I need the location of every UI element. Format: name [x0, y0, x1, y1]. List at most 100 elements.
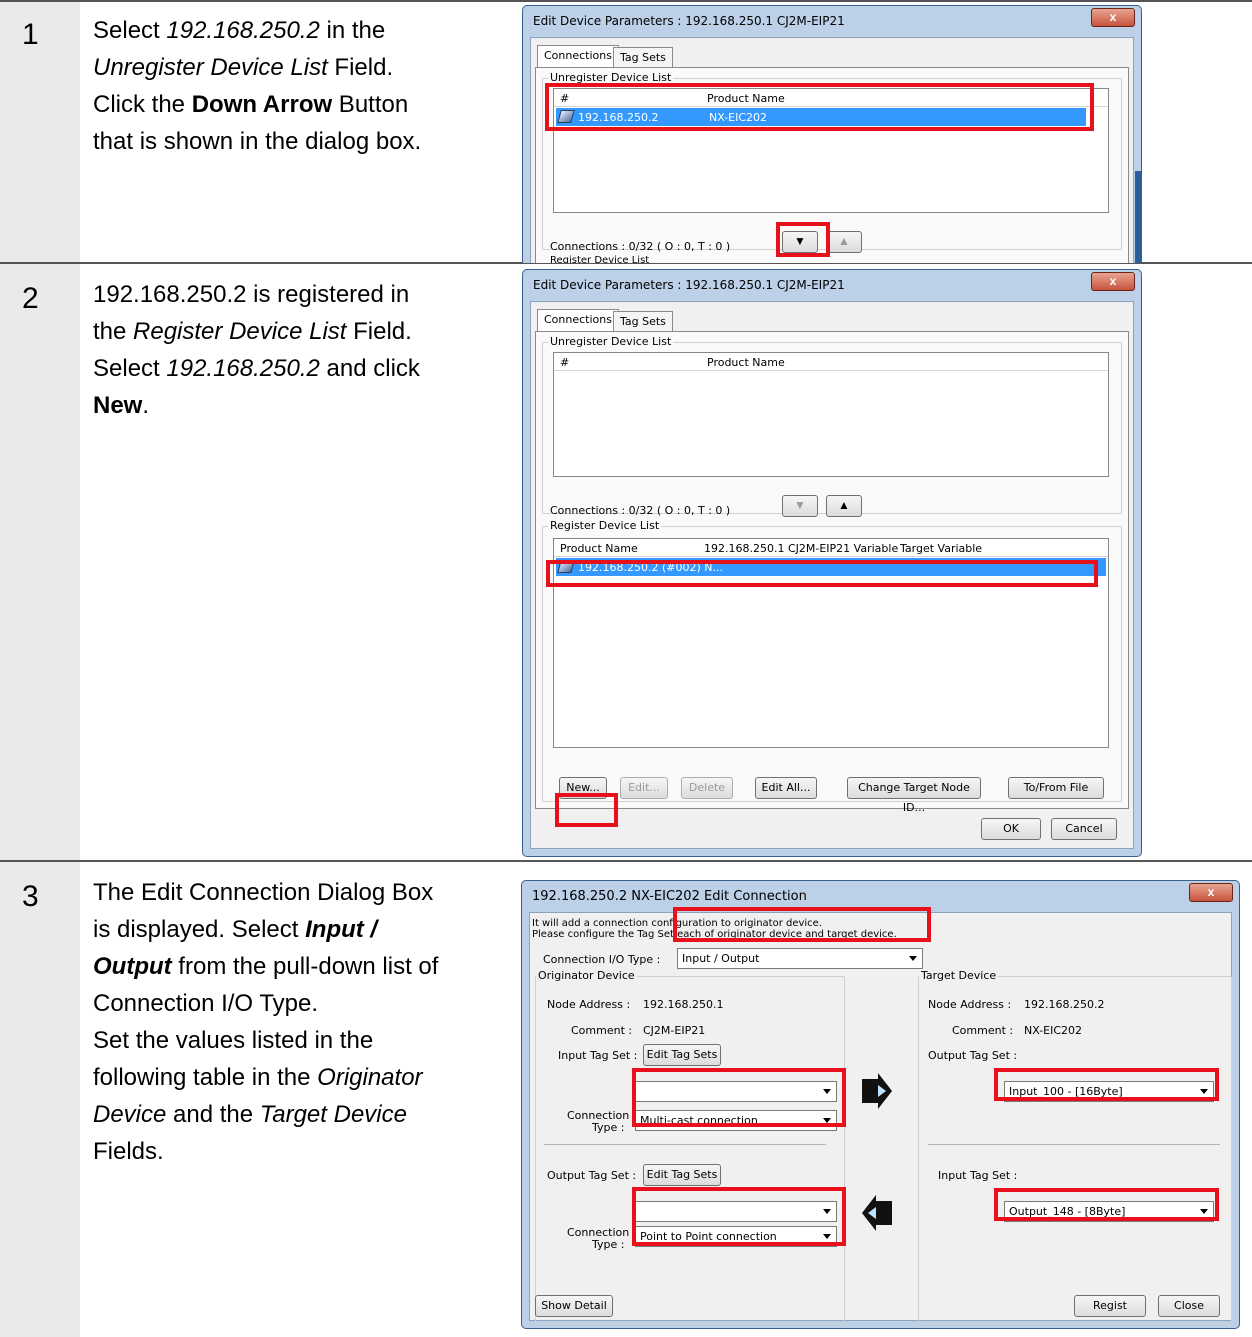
scrollbar[interactable] [1135, 171, 1141, 263]
unregister-device-list[interactable]: # Product Name [553, 352, 1109, 477]
close-button[interactable]: Close [1158, 1295, 1220, 1317]
target-node-label: Node Address : [928, 998, 1012, 1011]
chevron-down-icon [909, 956, 917, 961]
highlight-new-button [555, 793, 618, 827]
step-number: 1 [22, 18, 39, 51]
column-header-target-variable: Target Variable [900, 542, 983, 555]
text: Click the [93, 91, 192, 118]
text: Select [93, 355, 167, 382]
up-arrow-button[interactable]: ▲ [826, 231, 862, 253]
text: Field. [346, 318, 412, 345]
connection-type-label: Type : [592, 1238, 625, 1251]
text-button-name: New [93, 392, 143, 419]
edit-all-button[interactable]: Edit All... [755, 777, 817, 799]
text: Fields. [93, 1138, 164, 1165]
text: Set the values listed in the [93, 1027, 374, 1054]
highlight-target-output [994, 1068, 1219, 1101]
io-type-label: Connection I/O Type : [543, 953, 661, 966]
text-button-name: Down Arrow [191, 91, 333, 118]
register-label: Register Device List [550, 255, 650, 263]
column-header-originator-variable: 192.168.250.1 CJ2M-EIP21 Variable [704, 542, 899, 555]
step-2-band [0, 264, 80, 860]
originator-node-label: Node Address : [547, 998, 631, 1011]
tab-connections[interactable]: Connections [537, 309, 619, 331]
io-type-value: Input / Output [682, 952, 760, 965]
edit-tag-sets-button[interactable]: Edit Tag Sets [643, 1164, 721, 1186]
text-ip: 192.168.250.2 [166, 355, 320, 382]
close-icon[interactable]: x [1091, 8, 1135, 27]
regist-button[interactable]: Regist [1074, 1295, 1146, 1317]
highlight-target-input [994, 1188, 1219, 1221]
divider [928, 1144, 1220, 1145]
column-header-product: Product Name [707, 356, 785, 369]
unregister-label: Unregister Device List [548, 335, 674, 348]
highlight-down-arrow [776, 222, 830, 257]
text-field-name: Device [93, 1101, 167, 1128]
connections-count: Connections : 0/32 ( O : 0, T : 0 ) [550, 504, 731, 517]
target-comment-value: NX-EIC202 [1024, 1024, 1083, 1037]
close-icon[interactable]: x [1091, 272, 1135, 291]
tab-connections[interactable]: Connections [537, 45, 619, 67]
delete-button[interactable]: Delete [681, 777, 733, 799]
down-arrow-button[interactable]: ▼ [782, 495, 818, 517]
cancel-button[interactable]: Cancel [1051, 818, 1117, 840]
step-instructions: The Edit Connection Dialog Box is displa… [93, 874, 513, 1170]
text: the [93, 318, 134, 345]
text-ip: 192.168.250.2 [166, 17, 320, 44]
originator-comment-value: CJ2M-EIP21 [643, 1024, 706, 1037]
window-title: Edit Device Parameters : 192.168.250.1 C… [533, 278, 845, 292]
change-target-node-id-button[interactable]: Change Target Node ID... [847, 777, 981, 814]
step-3-band [0, 862, 80, 1337]
connection-type-label: Type : [592, 1121, 625, 1134]
text: and click [319, 355, 420, 382]
edit-button[interactable]: Edit... [620, 777, 668, 799]
target-input-tag-label: Input Tag Set : [938, 1169, 1018, 1182]
originator-input-tag-label: Input Tag Set : [558, 1049, 638, 1062]
row-separator-2 [0, 860, 1252, 862]
step-instructions: Select 192.168.250.2 in the Unregister D… [93, 12, 513, 160]
text-field-name: Target Device [259, 1101, 407, 1128]
close-icon[interactable]: x [1189, 883, 1233, 902]
text: and the [166, 1101, 260, 1128]
left-arrow-icon [862, 1195, 892, 1231]
originator-output-tag-label: Output Tag Set : [547, 1169, 637, 1182]
text-option: Input / [305, 916, 378, 943]
connections-count: Connections : 0/32 ( O : 0, T : 0 ) [550, 240, 731, 253]
window-title: Edit Device Parameters : 192.168.250.1 C… [533, 14, 845, 28]
highlight-row [545, 83, 1094, 131]
text-option: Output [93, 953, 172, 980]
show-detail-button[interactable]: Show Detail [535, 1295, 613, 1317]
tab-tag-sets[interactable]: Tag Sets [613, 311, 673, 331]
text: The Edit Connection Dialog Box [93, 879, 434, 906]
target-output-tag-label: Output Tag Set : [928, 1049, 1018, 1062]
originator-label: Originator Device [536, 969, 637, 982]
text: that is shown in the dialog box. [93, 128, 422, 155]
text: Button [332, 91, 409, 118]
target-comment-label: Comment : [952, 1024, 1014, 1037]
text-field-name: Register Device List [133, 318, 347, 345]
text: in the [319, 17, 386, 44]
up-arrow-button[interactable]: ▲ [826, 495, 862, 517]
column-header-product: Product Name [560, 542, 638, 555]
text: is displayed. Select [93, 916, 306, 943]
edit-device-parameters-window: Edit Device Parameters : 192.168.250.1 C… [522, 5, 1142, 263]
ok-button[interactable]: OK [981, 818, 1041, 840]
tab-tag-sets[interactable]: Tag Sets [613, 47, 673, 67]
target-label: Target Device [919, 969, 999, 982]
step-number: 3 [22, 880, 39, 913]
edit-tag-sets-button[interactable]: Edit Tag Sets [643, 1044, 721, 1066]
text: Select [93, 17, 167, 44]
list-header: # Product Name [554, 353, 1108, 371]
text: Field. [327, 54, 394, 81]
io-type-select[interactable]: Input / Output [677, 948, 923, 969]
text-field-name: Originator [317, 1064, 423, 1091]
divider [544, 1144, 826, 1145]
list-header: Product Name 192.168.250.1 CJ2M-EIP21 Va… [554, 539, 1108, 557]
highlight-originator-input [632, 1068, 846, 1127]
column-header-number: # [560, 356, 570, 369]
highlight-register-row [546, 560, 1098, 587]
step-instructions: 192.168.250.2 is registered in the Regis… [93, 276, 513, 424]
to-from-file-button[interactable]: To/From File [1008, 777, 1104, 799]
window-client: Connections Tag Sets Unregister Device L… [530, 37, 1134, 263]
step-number: 2 [22, 282, 39, 315]
